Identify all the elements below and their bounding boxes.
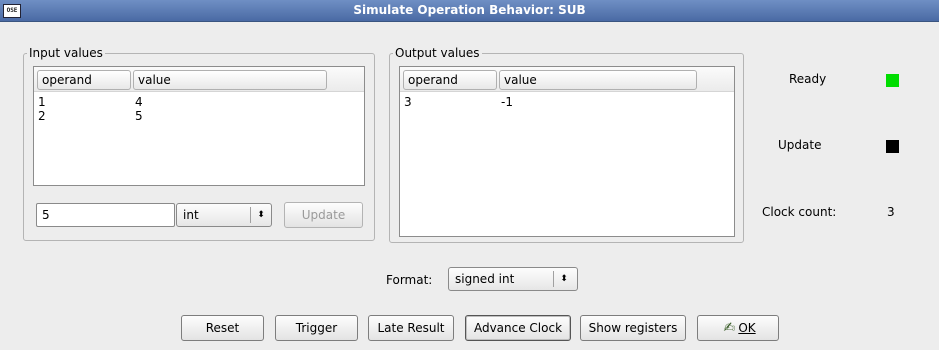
update-status-label: Update: [778, 138, 822, 152]
cell-operand: 3: [404, 95, 412, 109]
output-list-header: operand value: [400, 67, 734, 92]
up-down-arrows-icon: ⬍: [257, 210, 265, 220]
cell-value: 5: [135, 109, 143, 123]
ok-label: OK: [738, 321, 756, 335]
output-values-title: Output values: [393, 45, 482, 61]
format-select[interactable]: signed int ⬍: [448, 267, 578, 291]
show-registers-button[interactable]: Show registers: [580, 315, 686, 341]
ok-button[interactable]: ✍ OK: [697, 315, 779, 341]
cell-value: -1: [501, 95, 513, 109]
input-list-header: operand value: [34, 67, 364, 92]
type-select[interactable]: int ⬍: [176, 203, 272, 227]
ready-indicator: [886, 74, 899, 87]
input-col-value[interactable]: value: [133, 70, 327, 90]
input-col-operand[interactable]: operand: [37, 70, 131, 90]
table-row[interactable]: 2 5: [34, 109, 364, 123]
format-select-value: signed int: [455, 272, 515, 286]
window-title: Simulate Operation Behavior: SUB: [353, 3, 586, 17]
table-row[interactable]: 1 4: [34, 95, 364, 109]
advance-clock-button[interactable]: Advance Clock: [465, 315, 571, 341]
clock-count-value: 3: [887, 205, 895, 219]
table-row[interactable]: 3 -1: [400, 95, 734, 109]
update-button[interactable]: Update: [284, 202, 363, 228]
update-indicator: [886, 140, 899, 153]
clock-count-label: Clock count:: [762, 205, 837, 219]
reset-button[interactable]: Reset: [181, 315, 264, 341]
input-values-list[interactable]: operand value 1 4 2 5: [33, 66, 365, 186]
format-label: Format:: [386, 273, 433, 287]
late-result-button[interactable]: Late Result: [368, 315, 454, 341]
output-values-group: Output values operand value 3 -1: [389, 45, 744, 243]
cell-value: 4: [135, 95, 143, 109]
type-select-value: int: [183, 208, 199, 222]
input-values-group: Input values operand value 1 4 2 5 5 int…: [23, 45, 375, 241]
title-bar[interactable]: OSE Simulate Operation Behavior: SUB: [0, 0, 939, 22]
ok-check-icon: ✍: [723, 320, 736, 336]
value-input[interactable]: 5: [36, 203, 175, 227]
cell-operand: 2: [38, 109, 46, 123]
ready-label: Ready: [789, 72, 827, 86]
input-values-title: Input values: [27, 45, 105, 61]
output-col-operand[interactable]: operand: [403, 70, 497, 90]
output-values-list[interactable]: operand value 3 -1: [399, 66, 735, 237]
up-down-arrows-icon: ⬍: [560, 274, 568, 284]
output-col-value[interactable]: value: [499, 70, 697, 90]
trigger-button[interactable]: Trigger: [275, 315, 358, 341]
cell-operand: 1: [38, 95, 46, 109]
